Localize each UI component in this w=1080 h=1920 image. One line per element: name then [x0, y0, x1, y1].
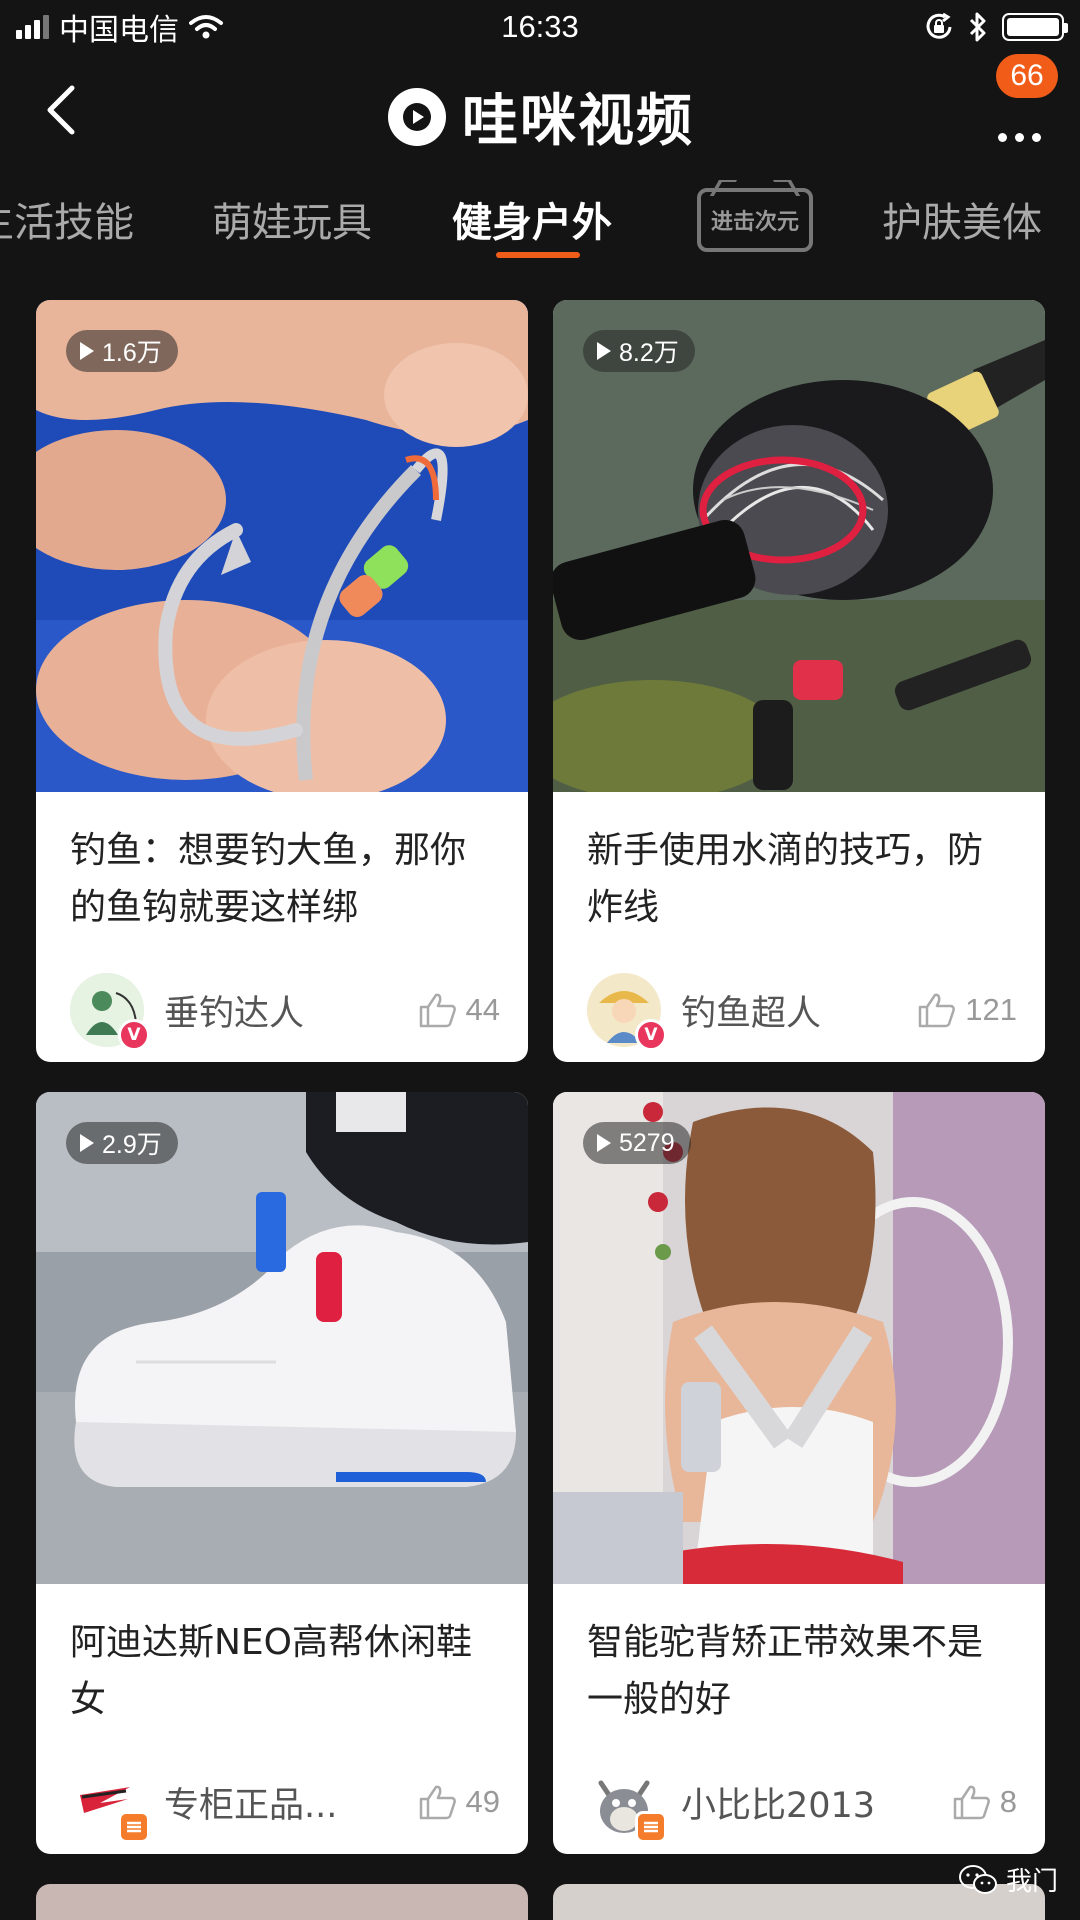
view-count-badge: 8.2万: [583, 330, 695, 372]
video-card[interactable]: 8.2万 新手使用水滴的技巧，防炸线 V 钓鱼超人 121: [553, 300, 1045, 1062]
author-avatar[interactable]: V: [587, 973, 667, 1051]
like-count: 49: [465, 1784, 500, 1819]
status-bar: 中国电信 16:33: [0, 0, 1080, 54]
author-avatar[interactable]: [587, 1765, 667, 1843]
view-count-badge: 2.9万: [66, 1122, 178, 1164]
like-button[interactable]: 8: [952, 1783, 1017, 1821]
play-icon: [80, 342, 94, 360]
like-count: 121: [965, 992, 1017, 1027]
view-count-badge: 5279: [583, 1122, 691, 1164]
card-footer: V 钓鱼超人 121: [587, 972, 1017, 1051]
card-footer: V 垂钓达人 44: [70, 972, 500, 1051]
tab-kids-toys[interactable]: 萌娃玩具: [212, 190, 372, 248]
watermark-text: 我门: [1005, 1867, 1058, 1897]
like-button[interactable]: 121: [917, 991, 1017, 1029]
more-button[interactable]: [994, 90, 1054, 150]
tab-skincare[interactable]: 护肤美体: [882, 190, 1042, 248]
view-count: 1.6万: [102, 339, 162, 367]
view-count: 5279: [619, 1128, 675, 1157]
wechat-icon: [958, 1864, 997, 1894]
more-icon: [998, 133, 1041, 142]
tab-advance-dimension[interactable]: 进击次元: [697, 188, 813, 252]
shop-badge-icon: [635, 1811, 667, 1843]
active-tab-indicator: [496, 252, 580, 258]
video-card[interactable]: 1.6万 钓鱼：想要钓大鱼，那你的鱼钩就要这样绑 V 垂钓达人 44: [36, 300, 528, 1062]
video-title[interactable]: 智能驼背矫正带效果不是一般的好: [587, 1614, 1017, 1728]
thumbs-up-icon: [419, 1785, 456, 1820]
verified-badge-icon: V: [118, 1019, 150, 1051]
play-icon: [597, 342, 611, 360]
author-name[interactable]: 小比比2013: [681, 1777, 952, 1828]
card-footer: 小比比2013 8: [587, 1764, 1017, 1843]
video-card[interactable]: 2.9万 阿迪达斯NEO高帮休闲鞋女 专柜正品... 49: [36, 1092, 528, 1854]
status-time: 16:33: [501, 9, 579, 44]
tab-advance-dimension-label: 进击次元: [710, 210, 799, 235]
like-count: 44: [465, 992, 500, 1027]
like-button[interactable]: 49: [418, 1783, 500, 1821]
view-count-badge: 1.6万: [66, 330, 178, 372]
view-count: 2.9万: [102, 1131, 162, 1159]
video-card[interactable]: 5279 智能驼背矫正带效果不是一般的好 小比比2013 8: [553, 1092, 1045, 1854]
thumbs-up-icon: [419, 993, 456, 1028]
shop-badge-icon: [118, 1811, 150, 1843]
play-icon: [80, 1134, 94, 1152]
video-title[interactable]: 阿迪达斯NEO高帮休闲鞋女: [70, 1614, 500, 1728]
app-logo: 哇咪视频: [0, 76, 1080, 157]
video-title[interactable]: 钓鱼：想要钓大鱼，那你的鱼钩就要这样绑: [70, 822, 500, 936]
tab-life-skills[interactable]: 生活技能: [0, 190, 134, 248]
like-count: 8: [999, 1784, 1017, 1819]
app-name: 哇咪视频: [462, 89, 694, 154]
notification-badge: 66: [996, 54, 1058, 98]
author-avatar[interactable]: [70, 1765, 150, 1843]
author-name[interactable]: 垂钓达人: [164, 985, 418, 1036]
card-footer: 专柜正品... 49: [70, 1764, 500, 1843]
author-avatar[interactable]: V: [70, 973, 150, 1051]
author-name[interactable]: 钓鱼超人: [681, 985, 917, 1036]
video-thumbnail: [36, 1092, 528, 1584]
author-name[interactable]: 专柜正品...: [164, 1777, 418, 1828]
play-logo-icon: [388, 87, 446, 146]
header: 哇咪视频 66: [0, 54, 1080, 164]
thumbs-up-icon: [953, 1785, 990, 1820]
view-count: 8.2万: [619, 339, 679, 367]
thumbs-up-icon: [919, 993, 956, 1028]
video-thumbnail: [553, 300, 1045, 792]
verified-badge-icon: V: [635, 1019, 667, 1051]
play-icon: [597, 1134, 611, 1152]
battery-icon: [1002, 13, 1068, 41]
like-button[interactable]: 44: [418, 991, 500, 1029]
category-tabs: 生活技能 萌娃玩具 健身户外 进击次元 护肤美体: [0, 180, 1080, 270]
video-card-partial[interactable]: [36, 1884, 528, 1920]
tab-fitness-outdoor[interactable]: 健身户外: [452, 190, 612, 248]
video-thumbnail: [553, 1092, 1045, 1584]
video-title[interactable]: 新手使用水滴的技巧，防炸线: [587, 822, 1017, 936]
watermark: 我门: [958, 1861, 1058, 1898]
video-thumbnail: [36, 300, 528, 792]
